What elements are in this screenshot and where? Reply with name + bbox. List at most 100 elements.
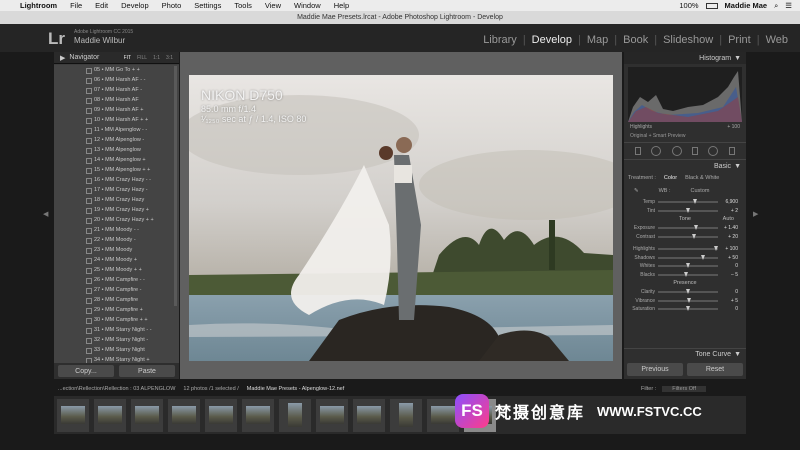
radial-filter-icon[interactable] — [708, 146, 719, 156]
tone-curve-header[interactable]: Tone Curve ▼ — [624, 348, 746, 359]
slider-knob[interactable] — [692, 199, 697, 205]
preset-item[interactable]: 05 • MM Go To + + — [54, 65, 179, 75]
preset-item[interactable]: 33 • MM Starry Night — [54, 345, 179, 355]
filmstrip-thumbnail[interactable] — [94, 398, 126, 432]
slider-track[interactable] — [658, 225, 718, 231]
zoom-1-1[interactable]: 1:1 — [153, 55, 160, 61]
wedding-photo[interactable]: NIKON D750 85.0 mm f/1.4 ¹⁄₁₂₅₀ sec at ƒ… — [189, 75, 613, 361]
preset-item[interactable]: 13 • MM Alpenglow — [54, 145, 179, 155]
slider-knob[interactable] — [686, 207, 691, 213]
filmstrip-thumbnail[interactable] — [168, 398, 200, 432]
preset-item[interactable]: 25 • MM Moody + + — [54, 265, 179, 275]
navigator-header[interactable]: ▶ Navigator FIT FILL 1:1 3:1 — [54, 52, 179, 64]
preset-item[interactable]: 14 • MM Alpenglow + — [54, 155, 179, 165]
graduated-filter-icon[interactable] — [692, 147, 699, 155]
preset-item[interactable]: 09 • MM Harsh AF + — [54, 105, 179, 115]
preset-item[interactable]: 11 • MM Alpenglow - - — [54, 125, 179, 135]
menu-file[interactable]: File — [70, 1, 82, 10]
slider-track[interactable] — [658, 289, 718, 295]
slider-knob[interactable] — [691, 233, 696, 239]
slider-knob[interactable] — [700, 254, 705, 260]
slider-knob[interactable] — [714, 246, 719, 252]
treatment-bw[interactable]: Black & White — [685, 175, 719, 181]
preset-item[interactable]: 29 • MM Campfire + — [54, 305, 179, 315]
menu-develop[interactable]: Develop — [121, 1, 149, 10]
preset-item[interactable]: 10 • MM Harsh AF + + — [54, 115, 179, 125]
slider-value[interactable]: 0 — [718, 306, 738, 312]
slider-value[interactable]: + 1.40 — [718, 225, 738, 231]
histogram-header[interactable]: Histogram ▼ — [624, 52, 746, 64]
module-book[interactable]: Book — [617, 34, 654, 46]
slider-value[interactable]: 0 — [718, 263, 738, 269]
left-panel-toggle-icon[interactable]: ◀ — [43, 210, 48, 218]
preset-item[interactable]: 24 • MM Moody + — [54, 255, 179, 265]
preset-item[interactable]: 31 • MM Starry Night - - — [54, 325, 179, 335]
menubar-user[interactable]: Maddie Mae — [725, 1, 768, 10]
module-slideshow[interactable]: Slideshow — [657, 34, 719, 46]
right-panel-toggle-icon[interactable]: ▶ — [753, 210, 758, 218]
spot-removal-icon[interactable] — [651, 146, 662, 156]
reset-button[interactable]: Reset — [687, 363, 743, 376]
filmstrip-thumbnail[interactable] — [205, 398, 237, 432]
slider-track[interactable] — [658, 207, 718, 213]
module-develop[interactable]: Develop — [526, 34, 578, 46]
menu-tools[interactable]: Tools — [234, 1, 252, 10]
slider-knob[interactable] — [685, 306, 690, 312]
filmstrip-thumbnail[interactable] — [353, 398, 385, 432]
module-print[interactable]: Print — [722, 34, 757, 46]
previous-button[interactable]: Previous — [627, 363, 683, 376]
slider-track[interactable] — [658, 246, 719, 252]
module-library[interactable]: Library — [477, 34, 523, 46]
menu-window[interactable]: Window — [294, 1, 321, 10]
zoom-fill[interactable]: FILL — [137, 55, 147, 61]
preset-item[interactable]: 08 • MM Harsh AF — [54, 95, 179, 105]
menu-photo[interactable]: Photo — [162, 1, 182, 10]
slider-track[interactable] — [658, 297, 718, 303]
module-web[interactable]: Web — [760, 34, 794, 46]
slider-knob[interactable] — [685, 289, 690, 295]
adjustment-brush-icon[interactable] — [728, 147, 735, 155]
filmstrip-thumbnail[interactable] — [57, 398, 89, 432]
slider-track[interactable] — [658, 306, 718, 312]
collapse-tone-curve-icon[interactable]: ▼ — [734, 351, 741, 358]
preset-item[interactable]: 23 • MM Moody — [54, 245, 179, 255]
collapse-basic-icon[interactable]: ▼ — [734, 163, 741, 170]
module-map[interactable]: Map — [581, 34, 614, 46]
slider-value[interactable]: 0 — [718, 289, 738, 295]
preset-item[interactable]: 30 • MM Campfire + + — [54, 315, 179, 325]
filter-select[interactable]: Filters Off — [662, 386, 706, 392]
preset-item[interactable]: 32 • MM Starry Night - — [54, 335, 179, 345]
preset-item[interactable]: 19 • MM Crazy Hazy + — [54, 205, 179, 215]
slider-knob[interactable] — [693, 225, 698, 231]
eyedropper-icon[interactable]: ✎ — [634, 188, 639, 194]
slider-value[interactable]: – 5 — [718, 272, 738, 278]
red-eye-icon[interactable] — [671, 146, 682, 156]
treatment-color[interactable]: Color — [664, 175, 677, 181]
zoom-fit[interactable]: FIT — [124, 55, 132, 61]
slider-value[interactable]: + 100 — [718, 246, 738, 252]
menu-help[interactable]: Help — [334, 1, 349, 10]
preset-item[interactable]: 20 • MM Crazy Hazy + + — [54, 215, 179, 225]
slider-value[interactable]: 6,900 — [718, 199, 738, 205]
preset-item[interactable]: 26 • MM Campfire - - — [54, 275, 179, 285]
preset-item[interactable]: 27 • MM Campfire - — [54, 285, 179, 295]
slider-knob[interactable] — [687, 297, 692, 303]
preset-scrollbar[interactable] — [174, 66, 177, 306]
slider-track[interactable] — [658, 254, 718, 260]
crop-icon[interactable] — [635, 147, 642, 155]
slider-value[interactable]: + 2 — [718, 208, 738, 214]
filmstrip-thumbnail[interactable] — [242, 398, 274, 432]
menu-edit[interactable]: Edit — [95, 1, 108, 10]
selected-filename[interactable]: Maddie Mae Presets - Alpenglow-12.nef — [247, 386, 345, 392]
menu-app[interactable]: Lightroom — [20, 1, 57, 10]
slider-knob[interactable] — [683, 271, 688, 277]
menu-view[interactable]: View — [265, 1, 281, 10]
filmstrip-thumbnail[interactable] — [279, 398, 311, 432]
preset-item[interactable]: 15 • MM Alpenglow + + — [54, 165, 179, 175]
filmstrip-thumbnail[interactable] — [131, 398, 163, 432]
preset-item[interactable]: 18 • MM Crazy Hazy — [54, 195, 179, 205]
zoom-3-1[interactable]: 3:1 — [166, 55, 173, 61]
search-icon[interactable]: ⌕ — [774, 1, 778, 11]
battery-icon[interactable] — [705, 2, 718, 9]
preset-item[interactable]: 22 • MM Moody - — [54, 235, 179, 245]
